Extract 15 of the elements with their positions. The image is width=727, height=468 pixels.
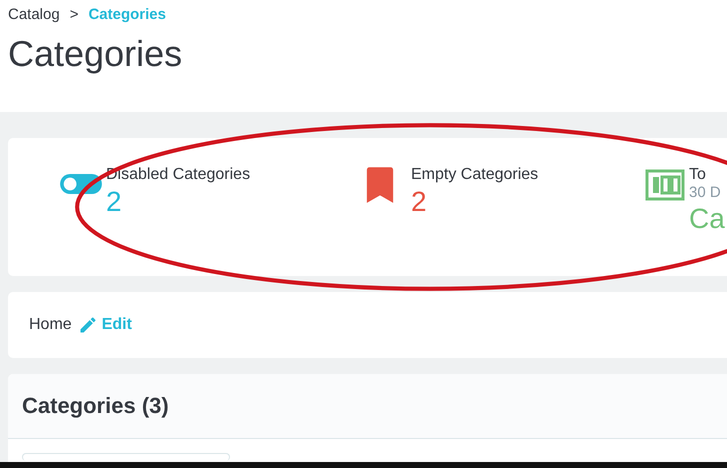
kpi-sublabel: 30 D xyxy=(689,184,722,201)
kpi-label: Empty Categories xyxy=(411,166,538,184)
input-field[interactable] xyxy=(22,453,230,461)
kpi-value: 2 xyxy=(411,186,428,218)
panel-title: Categories (3) xyxy=(22,393,169,419)
kpi-value: Ca xyxy=(689,203,725,235)
page-title: Categories xyxy=(8,33,184,75)
breadcrumb-link[interactable]: Catalog xyxy=(8,6,60,23)
breadcrumb-separator: > xyxy=(70,6,78,23)
breadcrumb-link[interactable]: Categories xyxy=(88,6,166,23)
kpi-value: 2 xyxy=(106,186,123,218)
pencil-icon[interactable] xyxy=(78,315,98,335)
category-path-label: Home xyxy=(29,316,72,334)
edit-link[interactable]: Edit xyxy=(102,316,132,334)
kpi-label: To xyxy=(689,166,707,184)
